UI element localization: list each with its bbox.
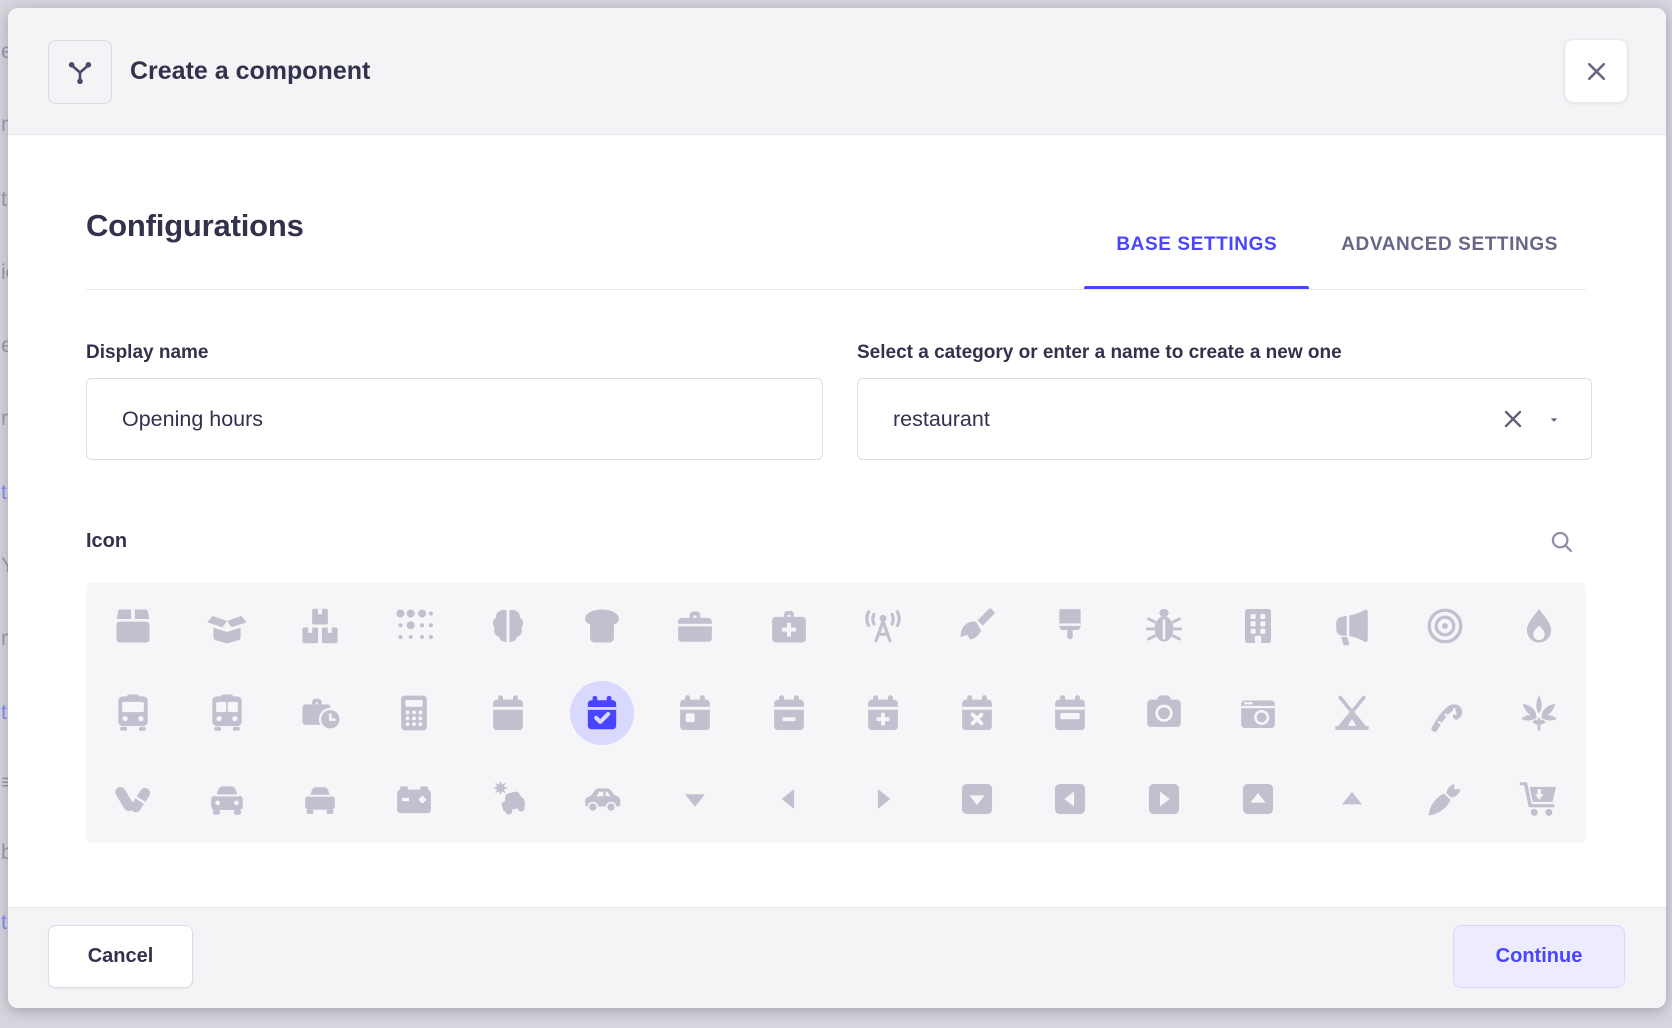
camera-retro-icon[interactable] (1211, 670, 1305, 757)
settings-tabs: BASE SETTINGS ADVANCED SETTINGS (1084, 200, 1590, 290)
calendar-icon[interactable] (461, 670, 555, 757)
icon-search-button[interactable] (1546, 526, 1576, 556)
caret-square-down-icon[interactable] (930, 756, 1024, 843)
carrot-icon[interactable] (1399, 756, 1493, 843)
caret-square-up-icon[interactable] (1211, 756, 1305, 843)
box-icon[interactable] (86, 583, 180, 670)
bus-icon[interactable] (86, 670, 180, 757)
calendar-plus-icon[interactable] (836, 670, 930, 757)
icon-grid (86, 583, 1586, 843)
bullseye-icon[interactable] (1399, 583, 1493, 670)
calendar-minus-icon[interactable] (742, 670, 836, 757)
page-backdrop: emticertYnt≡bt Create a component Config… (0, 0, 1672, 1028)
backdrop-text-fragment: r (1, 407, 8, 431)
box-open-icon[interactable] (180, 583, 274, 670)
caret-square-left-icon[interactable] (1024, 756, 1118, 843)
campground-icon[interactable] (1305, 670, 1399, 757)
calendar-times-icon[interactable] (930, 670, 1024, 757)
burn-icon[interactable] (1492, 583, 1586, 670)
brush-icon[interactable] (1024, 583, 1118, 670)
briefcase-icon[interactable] (649, 583, 743, 670)
cannabis-icon[interactable] (1492, 670, 1586, 757)
tab-advanced-settings-label: ADVANCED SETTINGS (1341, 234, 1558, 256)
broadcast-tower-icon[interactable] (836, 583, 930, 670)
continue-button[interactable]: Continue (1453, 925, 1625, 988)
tab-base-settings-label: BASE SETTINGS (1116, 234, 1277, 256)
candy-cane-icon[interactable] (1399, 670, 1493, 757)
briefcase-medical-icon[interactable] (742, 583, 836, 670)
building-icon[interactable] (1211, 583, 1305, 670)
backdrop-text-fragment: t (1, 911, 7, 935)
display-name-input[interactable] (86, 378, 823, 460)
caret-up-icon[interactable] (1305, 756, 1399, 843)
bread-slice-icon[interactable] (555, 583, 649, 670)
camera-icon[interactable] (1117, 670, 1211, 757)
bullhorn-icon[interactable] (1305, 583, 1399, 670)
category-input[interactable] (857, 378, 1592, 460)
bug-icon[interactable] (1117, 583, 1211, 670)
tab-advanced-settings[interactable]: ADVANCED SETTINGS (1309, 200, 1590, 290)
car-battery-icon[interactable] (367, 756, 461, 843)
bus-alt-icon[interactable] (180, 670, 274, 757)
modal-header: Create a component (8, 8, 1666, 135)
icon-picker-panel (86, 583, 1586, 843)
car-side-icon[interactable] (555, 756, 649, 843)
caret-square-right-icon[interactable] (1117, 756, 1211, 843)
tabs-divider (86, 289, 1586, 290)
close-button[interactable] (1564, 39, 1628, 103)
clear-category-button[interactable] (1498, 404, 1528, 434)
caret-down-icon[interactable] (649, 756, 743, 843)
modal-title: Create a component (130, 8, 370, 134)
display-name-label: Display name (86, 342, 209, 364)
capsules-icon[interactable] (86, 756, 180, 843)
calendar-week-icon[interactable] (1024, 670, 1118, 757)
brain-icon[interactable] (461, 583, 555, 670)
backdrop-text-fragment: t (1, 701, 7, 725)
icon-picker-label: Icon (86, 530, 127, 553)
backdrop-text-fragment: t (1, 481, 7, 505)
calendar-day-icon[interactable] (649, 670, 743, 757)
boxes-icon[interactable] (274, 583, 368, 670)
tab-base-settings[interactable]: BASE SETTINGS (1084, 200, 1309, 290)
car-icon[interactable] (180, 756, 274, 843)
business-time-icon[interactable] (274, 670, 368, 757)
cart-arrow-down-icon[interactable] (1492, 756, 1586, 843)
calculator-icon[interactable] (367, 670, 461, 757)
category-dropdown-toggle[interactable] (1545, 412, 1563, 428)
car-crash-icon[interactable] (461, 756, 555, 843)
component-icon (48, 40, 112, 104)
caret-right-icon[interactable] (836, 756, 930, 843)
caret-left-icon[interactable] (742, 756, 836, 843)
calendar-check-icon[interactable] (555, 670, 649, 757)
selected-icon-halo (570, 681, 634, 745)
category-label: Select a category or enter a name to cre… (857, 342, 1342, 364)
braille-icon[interactable] (367, 583, 461, 670)
modal-footer: Cancel Continue (8, 907, 1666, 1008)
broom-icon[interactable] (930, 583, 1024, 670)
create-component-modal: Create a component Configurations BASE S… (8, 8, 1666, 1008)
car-alt-icon[interactable] (274, 756, 368, 843)
section-heading: Configurations (86, 208, 304, 244)
backdrop-text-fragment: t (1, 188, 7, 212)
cancel-button[interactable]: Cancel (48, 925, 193, 988)
